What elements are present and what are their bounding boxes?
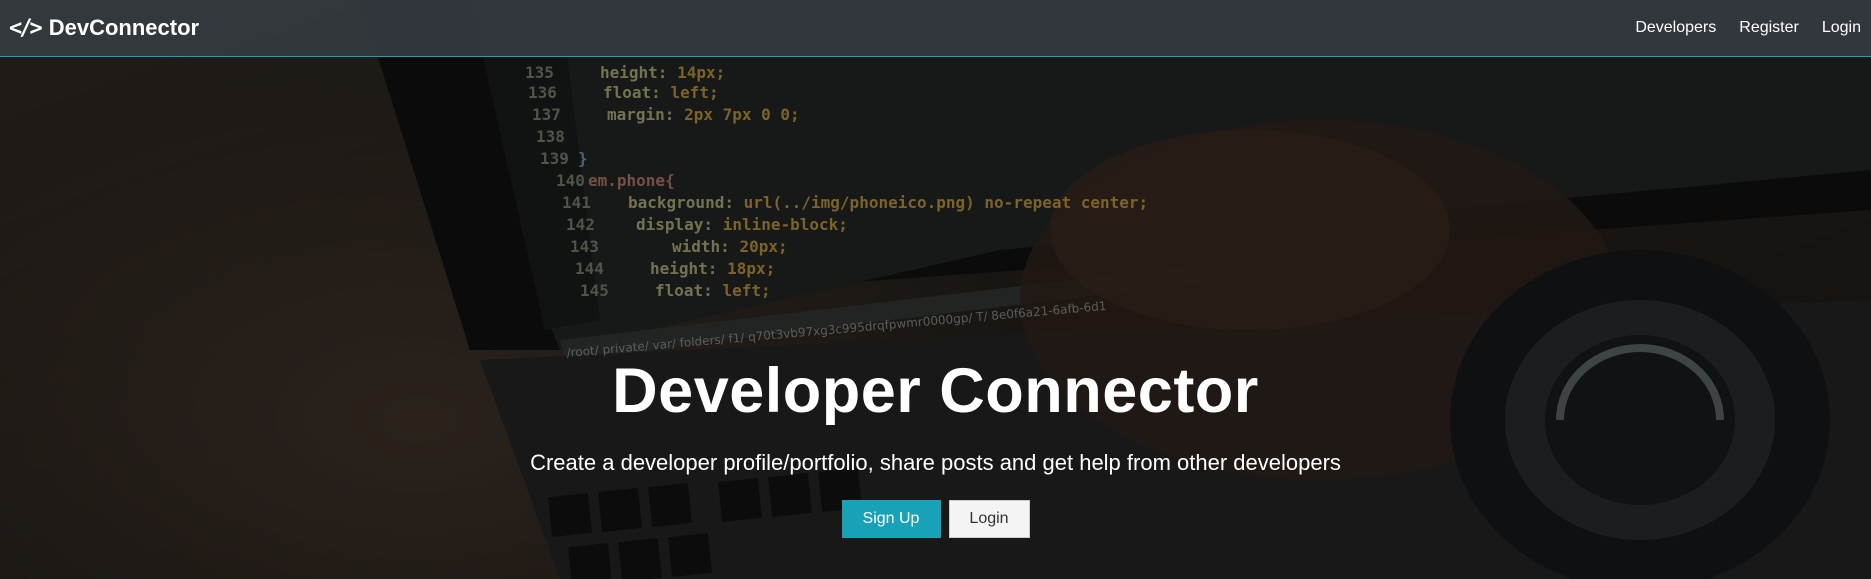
dark-overlay bbox=[0, 0, 1871, 579]
landing-page: 135 height: 14px; 136 float: left; 137 m… bbox=[0, 0, 1871, 579]
brand-link[interactable]: </> DevConnector bbox=[9, 15, 199, 41]
nav-link-login[interactable]: Login bbox=[1822, 19, 1861, 37]
hero-title: Developer Connector bbox=[612, 356, 1259, 426]
hero-actions: Sign Up Login bbox=[0, 500, 1871, 538]
nav-link-developers[interactable]: Developers bbox=[1635, 19, 1716, 37]
hero-subtitle: Create a developer profile/portfolio, sh… bbox=[530, 450, 1341, 475]
navbar: </> DevConnector Developers Register Log… bbox=[0, 0, 1871, 57]
hero-background-image: 135 height: 14px; 136 float: left; 137 m… bbox=[0, 0, 1871, 579]
login-button[interactable]: Login bbox=[948, 500, 1030, 538]
signup-button[interactable]: Sign Up bbox=[841, 500, 941, 538]
nav-link-register[interactable]: Register bbox=[1739, 19, 1799, 37]
brand-name: DevConnector bbox=[48, 15, 200, 40]
code-icon: </> bbox=[9, 15, 43, 41]
nav-links: Developers Register Login bbox=[1612, 19, 1861, 37]
